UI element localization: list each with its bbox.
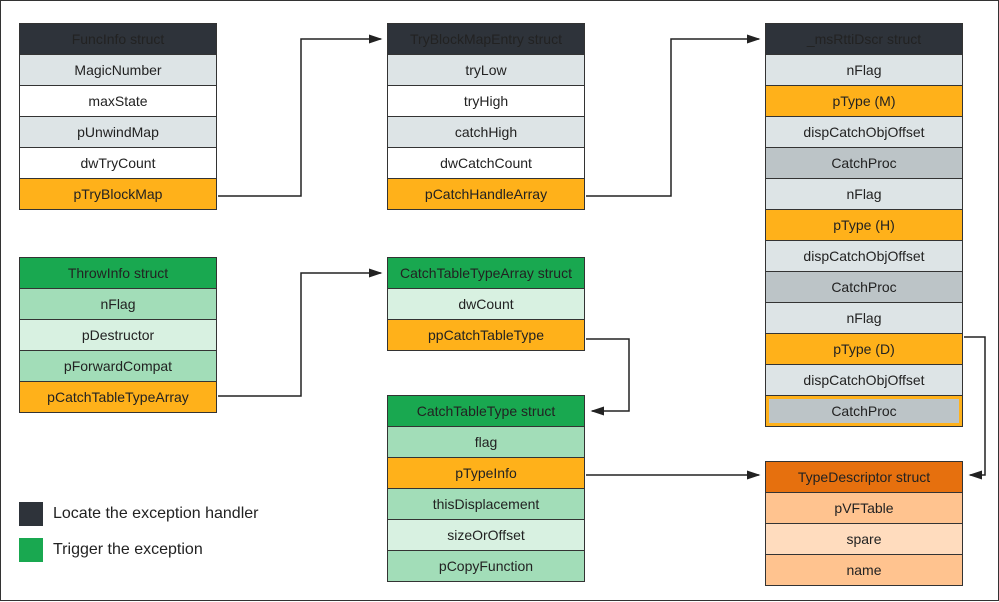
tryblock-row: tryLow — [388, 55, 584, 86]
legend-label: Locate the exception handler — [53, 505, 258, 523]
msrtti-row: nFlag — [766, 179, 962, 210]
funcinfo-row: dwTryCount — [20, 148, 216, 179]
msrtti-row: nFlag — [766, 303, 962, 334]
typedescriptor-row: spare — [766, 524, 962, 555]
catchtabletype-title: CatchTableType struct — [388, 396, 584, 427]
msrtti-row: dispCatchObjOffset — [766, 117, 962, 148]
legend-swatch-dark — [19, 502, 43, 526]
funcinfo-row: maxState — [20, 86, 216, 117]
throwinfo-title: ThrowInfo struct — [20, 258, 216, 289]
msrtti-catchproc: CatchProc — [766, 148, 962, 179]
tryblock-row: catchHigh — [388, 117, 584, 148]
catchtabletypearray-ppcatchtabletype: ppCatchTableType — [388, 320, 584, 350]
msrtti-ptype-h: pType (H) — [766, 210, 962, 241]
catchtabletypearray-title: CatchTableTypeArray struct — [388, 258, 584, 289]
tryblock-title: TryBlockMapEntry struct — [388, 24, 584, 55]
msrtti-catchproc: CatchProc — [766, 272, 962, 303]
catchtabletype-row: pCopyFunction — [388, 551, 584, 581]
throwinfo-pcatchtabletypearray: pCatchTableTypeArray — [20, 382, 216, 412]
msrtti-ptype-m: pType (M) — [766, 86, 962, 117]
legend-item: Locate the exception handler — [19, 502, 258, 526]
msrtti-struct: _msRttiDscr struct nFlag pType (M) dispC… — [765, 23, 963, 427]
funcinfo-row: pUnwindMap — [20, 117, 216, 148]
funcinfo-title: FuncInfo struct — [20, 24, 216, 55]
catchtabletype-ptypeinfo: pTypeInfo — [388, 458, 584, 489]
tryblock-row: dwCatchCount — [388, 148, 584, 179]
typedescriptor-struct: TypeDescriptor struct pVFTable spare nam… — [765, 461, 963, 586]
msrtti-row: dispCatchObjOffset — [766, 365, 962, 396]
msrtti-title: _msRttiDscr struct — [766, 24, 962, 55]
typedescriptor-row: name — [766, 555, 962, 585]
msrtti-row: dispCatchObjOffset — [766, 241, 962, 272]
throwinfo-row: nFlag — [20, 289, 216, 320]
msrtti-catchproc-highlight: CatchProc — [766, 396, 962, 426]
legend-label: Trigger the exception — [53, 541, 203, 559]
throwinfo-struct: ThrowInfo struct nFlag pDestructor pForw… — [19, 257, 217, 413]
catchtabletypearray-struct: CatchTableTypeArray struct dwCount ppCat… — [387, 257, 585, 351]
catchtabletype-row: flag — [388, 427, 584, 458]
catchtabletype-struct: CatchTableType struct flag pTypeInfo thi… — [387, 395, 585, 582]
funcinfo-struct: FuncInfo struct MagicNumber maxState pUn… — [19, 23, 217, 210]
tryblock-row: tryHigh — [388, 86, 584, 117]
msrtti-row: nFlag — [766, 55, 962, 86]
tryblock-struct: TryBlockMapEntry struct tryLow tryHigh c… — [387, 23, 585, 210]
funcinfo-ptryblockmap: pTryBlockMap — [20, 179, 216, 209]
legend-item: Trigger the exception — [19, 538, 258, 562]
typedescriptor-title: TypeDescriptor struct — [766, 462, 962, 493]
typedescriptor-row: pVFTable — [766, 493, 962, 524]
tryblock-pcatchhandlearray: pCatchHandleArray — [388, 179, 584, 209]
msrtti-ptype-d: pType (D) — [766, 334, 962, 365]
catchtabletype-row: sizeOrOffset — [388, 520, 584, 551]
throwinfo-row: pForwardCompat — [20, 351, 216, 382]
throwinfo-row: pDestructor — [20, 320, 216, 351]
catchtabletypearray-row: dwCount — [388, 289, 584, 320]
legend: Locate the exception handler Trigger the… — [19, 502, 258, 574]
legend-swatch-green — [19, 538, 43, 562]
catchtabletype-row: thisDisplacement — [388, 489, 584, 520]
funcinfo-row: MagicNumber — [20, 55, 216, 86]
